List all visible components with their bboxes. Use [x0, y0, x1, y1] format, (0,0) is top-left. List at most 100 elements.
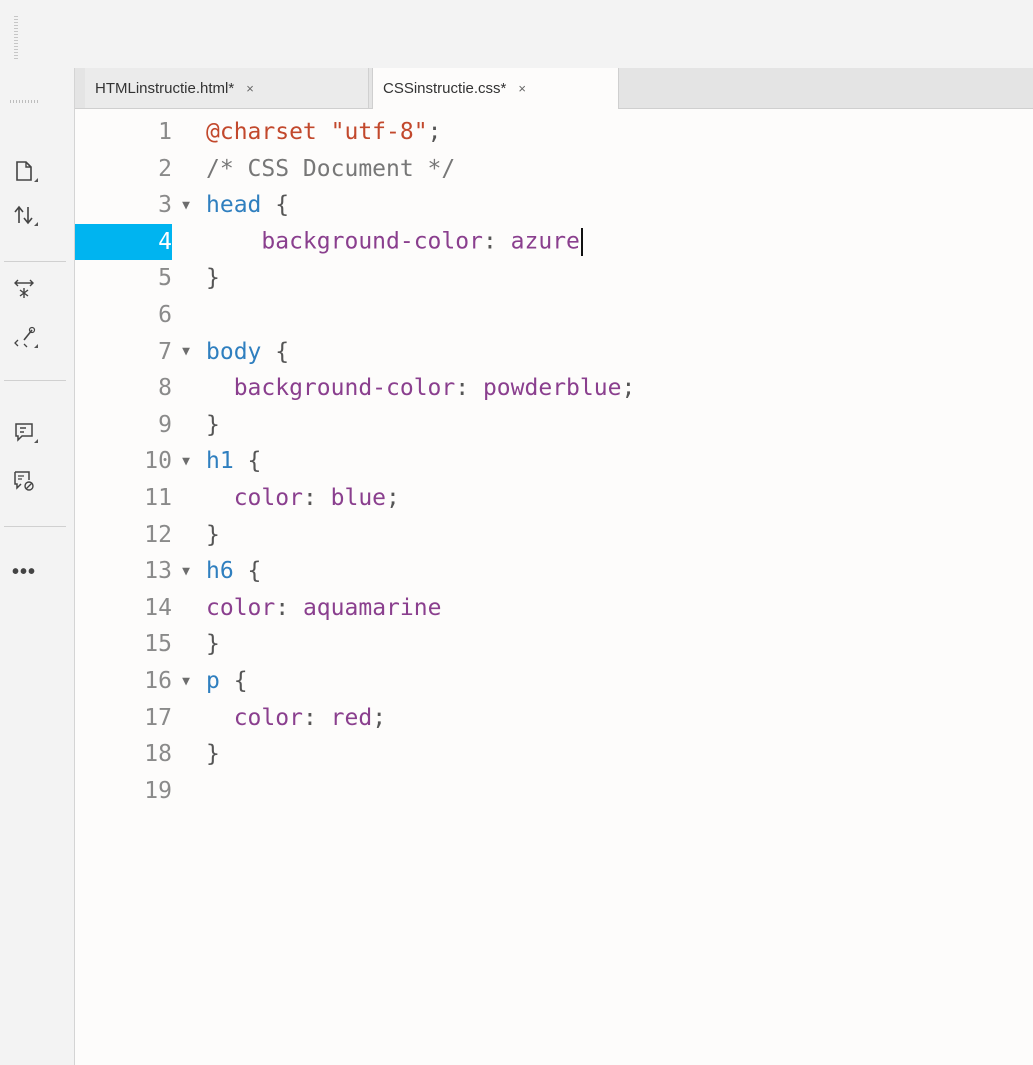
line-number: 16: [75, 663, 172, 699]
toolbar-grip[interactable]: [10, 100, 40, 103]
line-number: 10: [75, 443, 172, 479]
tab-cssinstructie[interactable]: CSSinstructie.css* ×: [372, 68, 619, 109]
code-token: "utf-8": [330, 119, 428, 145]
line-number: 1: [75, 114, 172, 150]
sort-arrows-icon[interactable]: [4, 198, 44, 232]
code-token: body: [206, 338, 276, 365]
code-token: :: [302, 704, 331, 731]
code-token: ;: [372, 704, 387, 731]
code-token: color: [206, 594, 276, 621]
code-token: {: [275, 192, 290, 219]
line-number-text: 17: [144, 704, 172, 731]
code-text: background-color: powderblue;: [206, 375, 636, 402]
fold-toggle-icon[interactable]: ▼: [178, 674, 194, 689]
code-token: ;: [427, 119, 442, 145]
code-token: /* CSS Document */: [206, 155, 456, 182]
fold-toggle-icon[interactable]: ▼: [178, 198, 194, 213]
code-text: head {: [206, 192, 289, 218]
code-token: ;: [386, 485, 400, 511]
code-token: {: [247, 558, 262, 585]
line-number-text: 6: [158, 302, 172, 328]
code-line[interactable]: 6: [75, 297, 1033, 333]
document-tab-strip: HTMLinstructie.html* × CSSinstructie.css…: [75, 68, 1033, 109]
code-text: color: aquamarine: [206, 595, 441, 621]
code-editor[interactable]: 1 @charset "utf-8"; 2 /* CSS Document */ 3 ▼ h…: [75, 109, 1033, 1065]
code-line[interactable]: 18}: [75, 736, 1033, 772]
line-number-text: 18: [144, 741, 172, 768]
code-token: {: [233, 668, 248, 694]
close-tab-icon[interactable]: ×: [246, 81, 254, 96]
line-number-text: 1: [158, 119, 172, 145]
code-text: h6 {: [206, 558, 261, 584]
line-number-text: 9: [158, 411, 172, 438]
code-line[interactable]: 13 ▼ h6 {: [75, 553, 1033, 589]
code-text: body {: [206, 339, 289, 365]
line-number: 3: [75, 187, 172, 223]
remove-comment-icon[interactable]: [4, 464, 44, 498]
code-token: }: [206, 631, 220, 658]
line-number: 13: [75, 553, 172, 589]
code-token: blue: [330, 485, 387, 511]
code-line[interactable]: 17 color: red;: [75, 700, 1033, 736]
code-token: :: [302, 485, 331, 511]
code-text: p {: [206, 668, 248, 694]
code-line[interactable]: 7 ▼ body {: [75, 334, 1033, 370]
line-number-text: 10: [144, 448, 172, 475]
code-line[interactable]: 3 ▼ head {: [75, 187, 1033, 223]
code-line[interactable]: 15}: [75, 626, 1033, 662]
line-number: 18: [75, 736, 172, 772]
code-line[interactable]: 9}: [75, 407, 1033, 443]
line-number: 5: [75, 260, 172, 296]
fold-toggle-icon[interactable]: ▼: [178, 344, 194, 359]
line-number-text: 11: [144, 485, 172, 511]
code-token: h6: [206, 558, 248, 585]
code-text: }: [206, 265, 220, 291]
line-number-text: 14: [144, 594, 172, 621]
toolbar-grip[interactable]: [14, 16, 18, 60]
fold-toggle-icon[interactable]: ▼: [178, 454, 194, 469]
code-text: color: blue;: [206, 485, 400, 511]
text-cursor: [580, 227, 583, 256]
code-text: }: [206, 631, 220, 657]
code-text: }: [206, 412, 220, 438]
new-document-icon[interactable]: [4, 154, 44, 188]
code-line[interactable]: 2 /* CSS Document */: [75, 151, 1033, 187]
code-token: ;: [621, 375, 636, 402]
code-token: red: [330, 704, 373, 731]
close-tab-icon[interactable]: ×: [518, 81, 526, 96]
code-line[interactable]: 10 ▼ h1 {: [75, 443, 1033, 479]
code-line[interactable]: 16 ▼ p {: [75, 663, 1033, 699]
line-number-text: 7: [158, 338, 172, 365]
fold-toggle-icon[interactable]: ▼: [178, 564, 194, 579]
separator: [4, 526, 66, 527]
code-token: @charset: [206, 119, 331, 145]
code-line[interactable]: 8 background-color: powderblue;: [75, 370, 1033, 406]
separator: [4, 380, 66, 381]
tab-label: CSSinstructie.css*: [383, 80, 507, 97]
more-icon[interactable]: •••: [4, 555, 44, 589]
line-number: 2: [75, 151, 172, 187]
line-number-text: 5: [158, 265, 172, 292]
code-line[interactable]: 11 color: blue;: [75, 480, 1033, 516]
line-number-text: 19: [144, 777, 172, 804]
line-number-text: 8: [158, 375, 172, 402]
code-line[interactable]: 5}: [75, 260, 1033, 296]
code-text: /* CSS Document */: [206, 156, 455, 182]
code-token: color: [206, 704, 303, 731]
collapse-expand-icon[interactable]: [4, 272, 44, 306]
comment-icon[interactable]: [4, 415, 44, 449]
code-text: }: [206, 522, 220, 548]
wand-brackets-icon[interactable]: [4, 320, 44, 354]
code-line[interactable]: 19: [75, 773, 1033, 809]
code-line[interactable]: 1 @charset "utf-8";: [75, 114, 1033, 150]
line-number: 19: [75, 773, 172, 809]
code-line[interactable]: 4 background-color: azure: [75, 223, 1033, 260]
line-number: 9: [75, 407, 172, 443]
code-token: }: [206, 521, 220, 548]
line-number: 14: [75, 590, 172, 626]
line-number-text: 4: [158, 228, 172, 255]
tab-htmlinstructie[interactable]: HTMLinstructie.html* ×: [85, 68, 369, 108]
code-line[interactable]: 12}: [75, 517, 1033, 553]
code-line[interactable]: 14 color: aquamarine: [75, 590, 1033, 626]
code-token: head: [206, 192, 276, 219]
